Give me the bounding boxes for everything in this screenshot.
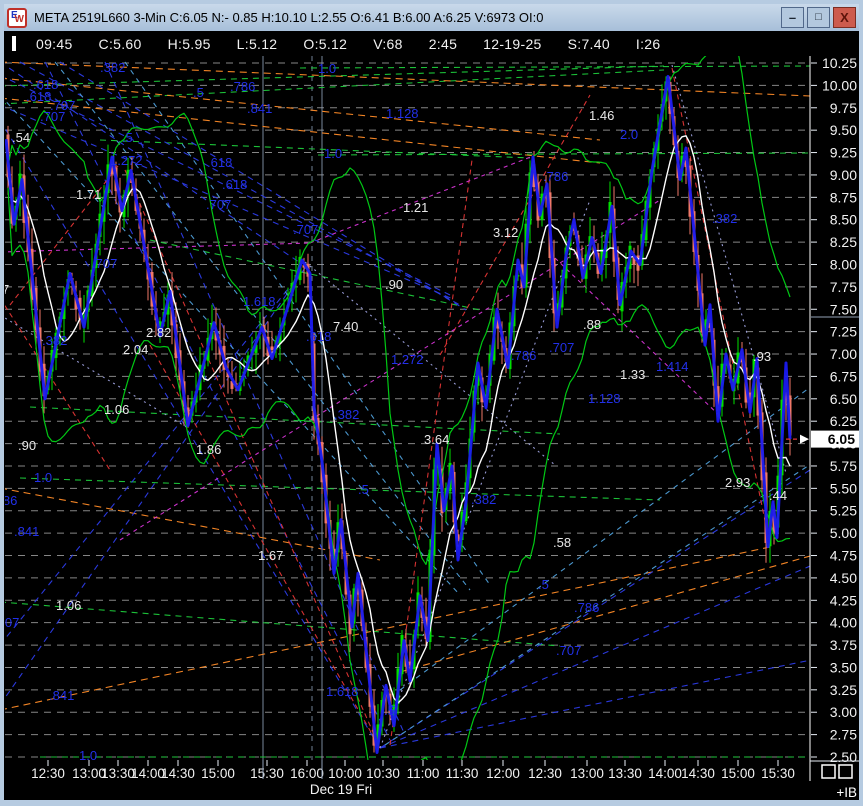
- svg-text:.707: .707: [92, 256, 117, 271]
- svg-text:3.64: 3.64: [424, 432, 449, 447]
- maximize-button[interactable]: □: [807, 7, 830, 28]
- svg-text:1.46: 1.46: [589, 108, 614, 123]
- svg-text:.618: .618: [26, 89, 51, 104]
- svg-text:.786: .786: [574, 600, 599, 615]
- window-controls: – □ X: [781, 7, 856, 28]
- time-axis[interactable]: [4, 760, 810, 800]
- status-item: S:7.40: [568, 36, 610, 52]
- scale-checkbox-left[interactable]: [826, 765, 839, 778]
- status-item: I:26: [636, 36, 661, 52]
- svg-text:2.93: 2.93: [725, 475, 750, 490]
- svg-text:.707: .707: [206, 197, 231, 212]
- chart-window: E W META 2519L660 3-Min C:6.05 N:- 0.85 …: [0, 0, 863, 806]
- svg-text:7.40: 7.40: [333, 319, 358, 334]
- status-item: L:5.12: [237, 36, 278, 52]
- svg-text:.618: .618: [222, 177, 247, 192]
- status-item: O:5.12: [303, 36, 347, 52]
- svg-text:.786: .786: [511, 348, 536, 363]
- svg-text:.786: .786: [4, 493, 17, 508]
- svg-text:.382: .382: [100, 60, 125, 75]
- svg-text:.90: .90: [385, 277, 403, 292]
- svg-text:1.128: 1.128: [386, 106, 419, 121]
- svg-text:.5: .5: [538, 577, 549, 592]
- minimize-button[interactable]: –: [781, 7, 804, 28]
- svg-text:.5: .5: [122, 130, 133, 145]
- svg-text:1.618: 1.618: [326, 684, 359, 699]
- svg-text:.54: .54: [12, 130, 30, 145]
- price-axis[interactable]: [810, 56, 863, 760]
- svg-text:1.06: 1.06: [56, 598, 81, 613]
- svg-text:.707: .707: [293, 222, 318, 237]
- svg-text:.841: .841: [14, 524, 39, 539]
- svg-text:3.12: 3.12: [493, 225, 518, 240]
- status-item: 2:45: [429, 36, 457, 52]
- svg-text:.786: .786: [230, 79, 255, 94]
- svg-text:.90: .90: [18, 438, 36, 453]
- svg-text:1.272: 1.272: [391, 352, 424, 367]
- svg-text:.5: .5: [193, 85, 204, 100]
- svg-text:2.04: 2.04: [123, 342, 148, 357]
- svg-text:1.06: 1.06: [104, 402, 129, 417]
- title-bar[interactable]: E W META 2519L660 3-Min C:6.05 N:- 0.85 …: [4, 4, 859, 31]
- bar-cursor-icon: [12, 36, 16, 51]
- svg-text:.841: .841: [49, 688, 74, 703]
- svg-text:.88: .88: [583, 317, 601, 332]
- svg-text:1.33: 1.33: [620, 367, 645, 382]
- status-item: 12-19-25: [483, 36, 541, 52]
- svg-text:.382: .382: [712, 211, 737, 226]
- svg-text:.707: .707: [556, 643, 581, 658]
- svg-text:1.0: 1.0: [318, 61, 336, 76]
- svg-text:.382: .382: [471, 492, 496, 507]
- status-item: 09:45: [36, 36, 73, 52]
- status-item: C:5.60: [99, 36, 142, 52]
- window-title: META 2519L660 3-Min C:6.05 N:- 0.85 H:10…: [34, 10, 544, 25]
- svg-text:1.0: 1.0: [34, 470, 52, 485]
- ensign-app-icon: E W: [7, 8, 27, 28]
- svg-text:.786: .786: [543, 169, 568, 184]
- svg-text:1.86: 1.86: [196, 442, 221, 457]
- scale-checkbox-right[interactable]: [843, 765, 856, 778]
- svg-text:1.71: 1.71: [76, 187, 101, 202]
- svg-text:.93: .93: [753, 349, 771, 364]
- svg-text:1.21: 1.21: [403, 200, 428, 215]
- svg-text:.5: .5: [384, 703, 395, 718]
- chart-canvas[interactable]: .382 .618 .618 .707 .707 .786 .5 .841 .54 .5 1.272…: [4, 56, 859, 800]
- ib-label: [830, 784, 860, 800]
- svg-text:.382: .382: [334, 407, 359, 422]
- svg-text:.841: .841: [247, 101, 272, 116]
- status-bar: 09:45 C:5.60 H:5.95 L:5.12 O:5.12 V:68 2:45 12-…: [4, 31, 859, 56]
- svg-text:1.618: 1.618: [243, 294, 276, 309]
- status-item: H:5.95: [168, 36, 211, 52]
- svg-text:2.82: 2.82: [146, 325, 171, 340]
- svg-text:1.272: 1.272: [110, 153, 143, 168]
- svg-text:.707: .707: [549, 340, 574, 355]
- svg-text:.707: .707: [4, 615, 19, 630]
- svg-text:1.67: 1.67: [258, 548, 283, 563]
- svg-text:1.0: 1.0: [324, 146, 342, 161]
- svg-text:.382: .382: [42, 333, 67, 348]
- svg-text:2.0: 2.0: [620, 127, 638, 142]
- status-item: V:68: [373, 36, 402, 52]
- svg-text:.707: .707: [40, 109, 65, 124]
- svg-text:.618: .618: [207, 155, 232, 170]
- svg-text:.5: .5: [358, 482, 369, 497]
- svg-text:1.414: 1.414: [656, 359, 689, 374]
- svg-text:.44: .44: [769, 488, 787, 503]
- close-button[interactable]: X: [833, 7, 856, 28]
- app-icon-letter-w: W: [15, 15, 24, 25]
- svg-text:.618: .618: [306, 329, 331, 344]
- svg-text:1.128: 1.128: [588, 391, 621, 406]
- svg-text:.58: .58: [553, 535, 571, 550]
